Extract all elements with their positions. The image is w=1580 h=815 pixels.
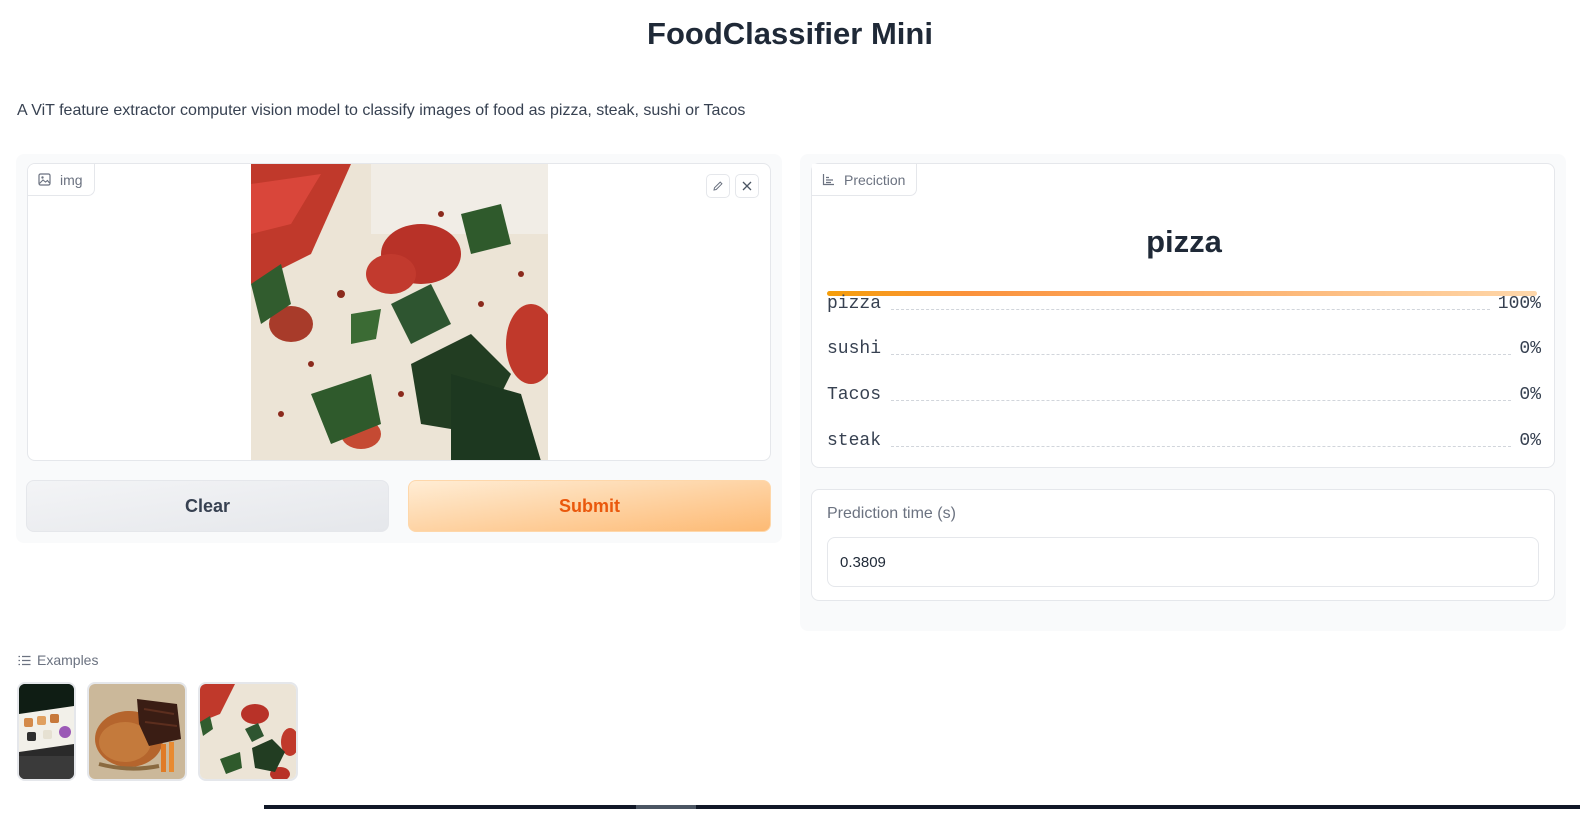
top-prediction: pizza xyxy=(1146,224,1222,259)
row-leader xyxy=(891,446,1512,447)
image-input[interactable]: img xyxy=(27,163,771,461)
pencil-icon xyxy=(713,181,723,191)
submit-button[interactable]: Submit xyxy=(408,480,771,532)
example-pizza[interactable] xyxy=(198,682,298,781)
page-bottom-edge-accent xyxy=(636,805,696,809)
prediction-row: steak 0% xyxy=(827,429,1541,451)
prediction-row-label: pizza xyxy=(827,294,882,314)
input-panel: img Clear Submit xyxy=(16,154,782,543)
uploaded-image xyxy=(251,164,548,460)
example-steak[interactable] xyxy=(87,682,187,781)
examples-label: Examples xyxy=(37,652,99,668)
remove-image-button[interactable] xyxy=(735,174,759,198)
bar-chart-icon xyxy=(822,174,834,186)
row-leader xyxy=(891,400,1512,401)
example-sushi[interactable] xyxy=(17,682,76,781)
app-description: A ViT feature extractor computer vision … xyxy=(17,102,746,119)
prediction-label-tag: Preciction xyxy=(812,164,918,196)
prediction-label: Preciction xyxy=(844,171,906,188)
prediction-row: Tacos 0% xyxy=(827,383,1541,405)
examples-header: Examples xyxy=(18,652,98,668)
sushi-thumbnail xyxy=(19,684,74,779)
app-title: FoodClassifier Mini xyxy=(647,16,933,51)
prediction-row-value: 0% xyxy=(1519,339,1541,359)
prediction-row: pizza 100% xyxy=(827,292,1541,314)
prediction-time-field[interactable]: 0.3809 xyxy=(827,537,1539,587)
prediction-row-value: 0% xyxy=(1519,385,1541,405)
prediction-time-label: Prediction time (s) xyxy=(827,505,956,522)
output-panel: Preciction pizza pizza 100% sushi 0% Tac… xyxy=(800,154,1566,631)
prediction-row-label: steak xyxy=(827,431,882,451)
row-leader xyxy=(891,309,1490,310)
prediction-row-label: Tacos xyxy=(827,385,882,405)
image-label: img xyxy=(60,171,83,188)
page-bottom-edge xyxy=(264,805,1580,809)
steak-thumbnail xyxy=(89,684,185,779)
close-icon xyxy=(742,181,752,191)
clear-button[interactable]: Clear xyxy=(26,480,389,532)
image-icon xyxy=(38,173,51,186)
row-leader xyxy=(891,354,1512,355)
prediction-time-output: Prediction time (s) 0.3809 xyxy=(811,489,1555,601)
prediction-row-value: 100% xyxy=(1497,294,1541,314)
pizza-thumbnail xyxy=(200,684,296,779)
list-icon xyxy=(18,655,31,665)
edit-image-button[interactable] xyxy=(706,174,730,198)
prediction-row-value: 0% xyxy=(1519,431,1541,451)
image-label-tag: img xyxy=(28,164,95,196)
prediction-output: Preciction pizza pizza 100% sushi 0% Tac… xyxy=(811,163,1555,468)
prediction-row-label: sushi xyxy=(827,339,882,359)
prediction-row: sushi 0% xyxy=(827,337,1541,359)
